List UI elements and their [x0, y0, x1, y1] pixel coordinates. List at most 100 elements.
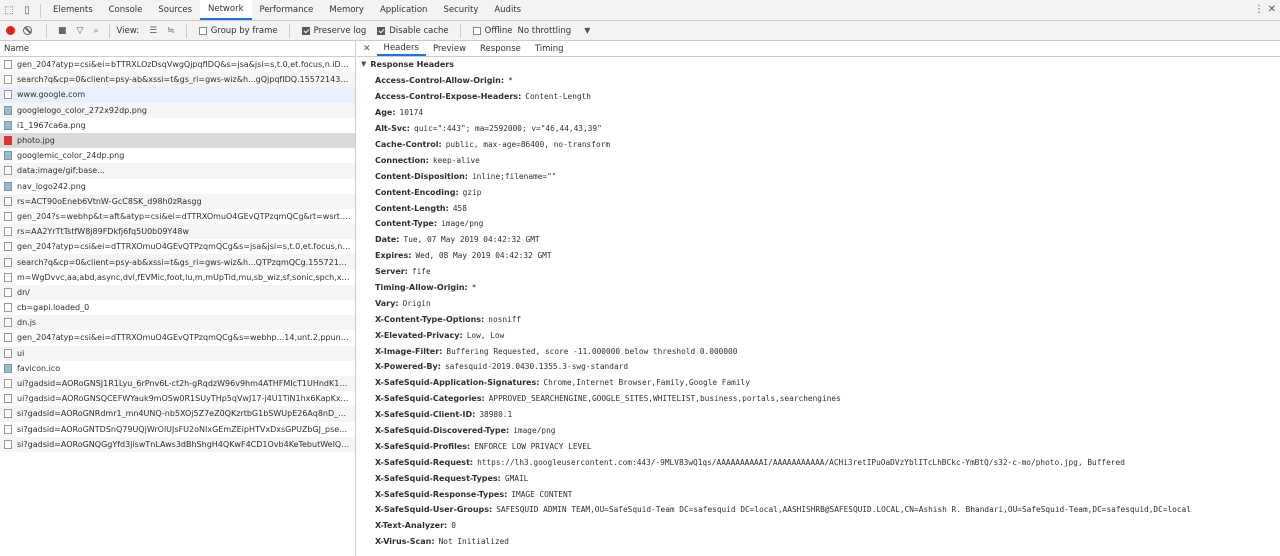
- request-name: ui?gadsid=AORoGNSJ1R1Lyu_6rPnv6L-ct2h-gR…: [17, 379, 351, 389]
- request-row[interactable]: googlelogo_color_272x92dp.png: [0, 102, 355, 118]
- request-list-panel: Name gen_204?atyp=csi&ei=bTTRXLOzDsqVwgQ…: [0, 41, 356, 556]
- request-row[interactable]: www.google.com: [0, 87, 355, 103]
- device-toolbar-icon[interactable]: ▯: [18, 0, 36, 20]
- details-tab-response[interactable]: Response: [473, 41, 528, 56]
- inspect-element-icon[interactable]: ⬚: [0, 0, 18, 20]
- request-row[interactable]: googlemic_color_24dp.png: [0, 148, 355, 163]
- header-row: X-SafeSquid-Discovered-Type: image/png: [357, 423, 1280, 439]
- header-value: Content-Length: [525, 92, 591, 102]
- request-row[interactable]: ui: [0, 345, 355, 361]
- large-rows-icon[interactable]: ☰: [149, 26, 157, 36]
- offline-checkbox[interactable]: [472, 26, 481, 35]
- tab-memory[interactable]: Memory: [321, 0, 372, 20]
- clear-icon[interactable]: [23, 26, 32, 35]
- request-row[interactable]: data:image/gif;base...: [0, 163, 355, 179]
- details-tab-headers[interactable]: Headers: [376, 41, 426, 56]
- header-name: X-Virus-Scan:: [375, 537, 435, 547]
- request-row[interactable]: i1_1967ca6a.png: [0, 118, 355, 133]
- request-row[interactable]: ui?gadsid=AORoGNSQCEFWYauk9mOSw0R1SUyTHp…: [0, 391, 355, 406]
- tab-audits[interactable]: Audits: [486, 0, 529, 20]
- request-name: search?q&cp=0&client=psy-ab&xssi=t&gs_ri…: [17, 257, 351, 267]
- request-row[interactable]: search?q&cp=0&client=psy-ab&xssi=t&gs_ri…: [0, 254, 355, 270]
- request-row[interactable]: dn/: [0, 284, 355, 300]
- request-row[interactable]: gen_204?atyp=csi&ei=dTTRXOmuO4GEvQTPzqmQ…: [0, 330, 355, 345]
- request-row[interactable]: photo.jpg: [0, 132, 355, 149]
- header-value: Tue, 07 May 2019 04:42:32 GMT: [403, 235, 540, 245]
- tab-network[interactable]: Network: [200, 0, 252, 20]
- request-row[interactable]: ui?gadsid=AORoGNSJ1R1Lyu_6rPnv6L-ct2h-gR…: [0, 375, 355, 392]
- header-value: public, max-age=86400, no-transform: [445, 140, 611, 149]
- header-name: X-SafeSquid-Profiles:: [375, 441, 471, 451]
- request-name: dn.js: [17, 318, 37, 328]
- request-row[interactable]: gen_204?atyp=csi&ei=bTTRXLOzDsqVwgQjpqfI…: [0, 57, 355, 72]
- header-name: X-SafeSquid-Request-Types:: [375, 473, 501, 483]
- file-icon: [4, 105, 12, 115]
- tab-elements[interactable]: Elements: [45, 0, 101, 20]
- details-tab-preview[interactable]: Preview: [426, 41, 473, 56]
- details-tab-timing[interactable]: Timing: [528, 41, 571, 56]
- header-name: Expires:: [375, 251, 412, 261]
- request-row[interactable]: si?gadsid=AORoGNQGgYfd3jiswTnLAws3dBhShg…: [0, 436, 355, 452]
- request-row[interactable]: nav_logo242.png: [0, 179, 355, 194]
- details-tabs: Headers Preview Response Timing: [376, 41, 571, 56]
- record-icon[interactable]: [6, 26, 15, 35]
- request-row[interactable]: si?gadsid=AORoGNTDSnQ79UQjWrOlUJsFU2oNIx…: [0, 422, 355, 437]
- header-value: image/png: [441, 219, 484, 229]
- request-row[interactable]: rs=AA2YrTtTstfW8j89FDkfj6fq5U0b09Y48w: [0, 224, 355, 240]
- request-row[interactable]: cb=gapi.loaded_0: [0, 300, 355, 315]
- header-value: *: [471, 283, 477, 293]
- close-icon[interactable]: ✕: [1268, 4, 1276, 15]
- chevron-down-icon[interactable]: ▼: [584, 26, 590, 35]
- tab-sources[interactable]: Sources: [150, 0, 200, 20]
- devtools-tabbar: ⬚ ▯ Elements Console Sources Network Perform…: [0, 0, 1280, 21]
- request-row[interactable]: rs=ACT90oEneb6VtnW-GcC8SK_d98h0zRasgg: [0, 193, 355, 209]
- tab-security[interactable]: Security: [435, 0, 486, 20]
- request-row[interactable]: gen_204?atyp=csi&ei=dTTRXOmuO4GEvQTPzqmQ…: [0, 239, 355, 254]
- video-camera-icon[interactable]: ■: [58, 26, 67, 36]
- throttling-select[interactable]: No throttling: [518, 26, 572, 36]
- request-name: m=WgDvvc,aa,abd,async,dvl,fEVMic,foot,lu…: [17, 272, 351, 282]
- disable-cache-checkbox[interactable]: [377, 26, 386, 35]
- divider: [109, 23, 111, 38]
- header-value: quic=":443"; ma=2592000; v="46,44,43,39": [414, 124, 602, 134]
- request-row[interactable]: si?gadsid=AORoGNRdmr1_mn4UNQ-nb5XOj5Z7eZ…: [0, 406, 355, 422]
- request-row[interactable]: m=WgDvvc,aa,abd,async,dvl,fEVMic,foot,lu…: [0, 270, 355, 285]
- waterfall-icon[interactable]: ≒: [167, 26, 175, 36]
- file-icon: [4, 166, 12, 176]
- headers-list: Access-Control-Allow-Origin: * Access-Cont…: [357, 71, 1280, 550]
- request-row[interactable]: dn.js: [0, 315, 355, 331]
- header-value: 38980.1: [479, 410, 513, 420]
- tab-performance[interactable]: Performance: [252, 0, 322, 20]
- header-value: *: [508, 76, 513, 86]
- preserve-log-checkbox[interactable]: [301, 26, 310, 35]
- header-row: Age: 10174: [357, 105, 1280, 121]
- header-name: Timing-Allow-Origin:: [375, 283, 468, 293]
- tab-application[interactable]: Application: [372, 0, 436, 20]
- tab-console[interactable]: Console: [101, 0, 151, 20]
- header-value: 10174: [399, 108, 424, 118]
- search-icon[interactable]: ⌕: [93, 26, 98, 36]
- header-value: keep-alive: [432, 155, 480, 165]
- header-name: X-Elevated-Privacy:: [375, 330, 463, 340]
- more-options-icon[interactable]: ⋮: [1254, 4, 1264, 15]
- header-name: Access-Control-Allow-Origin:: [375, 76, 505, 86]
- header-name: Vary:: [375, 298, 399, 308]
- name-column-header[interactable]: Name: [0, 41, 355, 57]
- file-icon: [4, 333, 12, 343]
- close-details-icon[interactable]: ✕: [363, 41, 371, 56]
- header-value: Origin: [402, 298, 431, 308]
- request-row[interactable]: search?q&cp=0&client=psy-ab&xssi=t&gs_ri…: [0, 72, 355, 88]
- header-value: fife: [411, 267, 431, 277]
- request-row[interactable]: favicon.ico: [0, 361, 355, 376]
- filter-icon[interactable]: ▽: [77, 26, 84, 36]
- request-row[interactable]: gen_204?s=webhp&t=aft&atyp=csi&ei=dTTRXO…: [0, 209, 355, 224]
- request-name: googlemic_color_24dp.png: [17, 151, 125, 161]
- request-name: photo.jpg: [17, 136, 55, 146]
- group-by-frame-checkbox[interactable]: [198, 26, 207, 35]
- response-headers-section[interactable]: ▼ Response Headers: [357, 57, 1280, 71]
- request-name: gen_204?atyp=csi&ei=dTTRXOmuO4GEvQTPzqmQ…: [17, 333, 351, 343]
- header-name: Server:: [375, 267, 408, 277]
- divider: [185, 23, 187, 38]
- divider: [40, 4, 41, 18]
- request-name: gen_204?atyp=csi&ei=bTTRXLOzDsqVwgQjpqfI…: [17, 60, 351, 70]
